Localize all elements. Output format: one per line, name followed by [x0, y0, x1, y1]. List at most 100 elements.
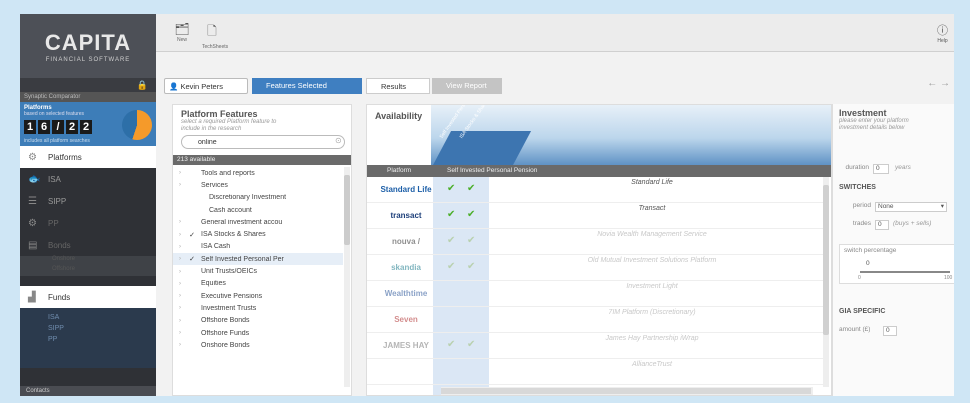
selected-feature-columns	[433, 131, 532, 165]
feature-list-item[interactable]: › ISA Cash	[173, 241, 343, 253]
techsheets-button[interactable]: 🗋 TechSheets	[202, 22, 228, 50]
expand-icon[interactable]: ›	[173, 342, 187, 348]
column-header-platform: Platform	[387, 167, 412, 174]
platforms-icon: ⚙	[28, 151, 37, 163]
trades-input[interactable]: 0	[875, 220, 889, 230]
sidebar-subitem-offshore[interactable]: Offshore	[20, 266, 156, 276]
sidebar: CAPITA FINANCIAL SOFTWARE 🔒 Synaptic Com…	[20, 14, 156, 396]
contacts-bar[interactable]: Contacts	[20, 386, 156, 396]
period-label: period	[852, 202, 871, 209]
feature-list-scrollbar[interactable]	[344, 167, 350, 387]
feature-list-item[interactable]: › Investment Trusts	[173, 302, 343, 314]
expand-icon[interactable]: ›	[173, 232, 187, 238]
expand-icon[interactable]: ›	[173, 244, 187, 250]
feature-label: Services	[201, 181, 228, 189]
period-value: None	[878, 203, 894, 210]
feature-list-item[interactable]: › General investment accou	[173, 216, 343, 228]
sidebar-subitem-funds-isa[interactable]: ISA	[48, 312, 156, 323]
duration-row: duration 0 years	[833, 164, 954, 176]
feature-list-item[interactable]: › Unit Trusts/OEICs	[173, 265, 343, 277]
sidebar-subitem-onshore[interactable]: Onshore	[20, 256, 156, 266]
availability-hscrollbar[interactable]	[441, 387, 813, 395]
sidebar-subitem-funds-pp[interactable]: PP	[48, 334, 156, 345]
provider-row[interactable]: Seven 7IM Platform (Discretionary)	[367, 307, 823, 333]
new-label: New	[176, 37, 187, 43]
provider-row[interactable]: JAMES HAY ✔ ✔ James Hay Partnership iWrap	[367, 333, 823, 359]
feature-label: Executive Pensions	[201, 292, 263, 300]
provider-row[interactable]: AllianceTrust	[367, 359, 823, 385]
expand-icon[interactable]: ›	[173, 182, 187, 188]
feature-list-item[interactable]: › Executive Pensions	[173, 290, 343, 302]
expand-icon[interactable]: ›	[173, 330, 187, 336]
check-icon: ✔	[467, 209, 476, 220]
amount-row: amount (£) 0	[833, 326, 954, 338]
sidebar-subitem-funds-sipp[interactable]: SIPP	[48, 323, 156, 334]
sidebar-item-sipp[interactable]: ☰ SIPP	[20, 190, 156, 212]
feature-list-item[interactable]: › Equities	[173, 278, 343, 290]
feature-list-item[interactable]: Discretionary Investment	[173, 192, 343, 204]
amount-input[interactable]: 0	[883, 326, 897, 336]
feature-label: Equities	[201, 280, 226, 288]
counter-footnote: includes all platform searches	[24, 138, 90, 144]
switch-percentage-slider[interactable]	[860, 271, 950, 273]
check-icon: ✔	[467, 183, 476, 194]
expand-icon[interactable]: ›	[173, 305, 187, 311]
slider-max: 100	[944, 275, 953, 281]
feature-label: Investment Trusts	[201, 304, 257, 312]
provider-row[interactable]: Standard Life ✔ ✔ Standard Life	[367, 177, 823, 203]
features-selected-crumb[interactable]: Features Selected	[252, 78, 362, 94]
expand-icon[interactable]: ›	[173, 269, 187, 275]
period-select[interactable]: None ▾	[875, 202, 947, 212]
expand-icon[interactable]: ›	[173, 256, 187, 262]
feature-checkbox[interactable]: ✓	[187, 255, 197, 263]
feature-list-item[interactable]: › ✓ ISA Stocks & Shares	[173, 228, 343, 240]
provider-row[interactable]: transact ✔ ✔ Transact	[367, 203, 823, 229]
feature-list-item[interactable]: Cash account	[173, 204, 343, 216]
document-icon: 🗋	[207, 24, 217, 38]
back-arrow-icon[interactable]: ←	[927, 78, 937, 89]
view-report-crumb[interactable]: View Report	[432, 78, 502, 94]
feature-label: Offshore Funds	[201, 329, 250, 337]
expand-icon[interactable]: ›	[173, 318, 187, 324]
feature-list-item[interactable]: › Services	[173, 179, 343, 191]
provider-row[interactable]: nouva / ✔ ✔ Novia Wealth Management Service	[367, 229, 823, 255]
feature-list-item[interactable]: › Tools and reports	[173, 167, 343, 179]
expand-icon[interactable]: ›	[173, 219, 187, 225]
availability-scrollbar[interactable]	[823, 177, 829, 387]
sidebar-item-pp[interactable]: ⚙ PP	[20, 212, 156, 234]
results-crumb[interactable]: Results	[366, 78, 430, 94]
provider-name: Novia Wealth Management Service	[597, 231, 707, 238]
feature-list-item[interactable]: › Onshore Bonds	[173, 339, 343, 351]
provider-row[interactable]: skandia ✔ ✔ Old Mutual Investment Solutions…	[367, 255, 823, 281]
counter-digit: 1	[24, 120, 36, 134]
feature-search-input[interactable]	[181, 135, 345, 149]
availability-banner: Self Invested Pers ISA Stocks & Share	[431, 105, 831, 165]
feature-checkbox[interactable]: ✓	[187, 231, 197, 239]
sidebar-item-bonds[interactable]: ▤ Bonds	[20, 234, 156, 256]
expand-icon[interactable]: ›	[173, 293, 187, 299]
lock-icon[interactable]: 🔒	[137, 80, 148, 91]
duration-input[interactable]: 0	[873, 164, 889, 174]
counter-digits: 1 6 / 2 2	[24, 120, 92, 134]
trades-row: trades 0 (buys + sells)	[833, 220, 954, 232]
provider-row[interactable]: Wealthtime Investment Light	[367, 281, 823, 307]
clear-search-icon[interactable]: ⊙	[335, 136, 342, 145]
sidebar-item-platforms[interactable]: ⚙ Platforms	[20, 146, 156, 168]
feature-list-item[interactable]: › ✓ Self Invested Personal Per	[173, 253, 343, 266]
sidebar-item-funds[interactable]: ▟ Funds	[20, 286, 156, 308]
expand-icon[interactable]: ›	[173, 281, 187, 287]
breadcrumb: 👤 Kevin Peters Features Selected Results…	[156, 76, 954, 96]
sidebar-item-isa[interactable]: 🐟 ISA	[20, 168, 156, 190]
feature-label: Onshore Bonds	[201, 341, 250, 349]
forward-arrow-icon[interactable]: →	[940, 78, 950, 89]
pp-icon: ⚙	[28, 217, 37, 229]
help-button[interactable]: ⓘ Help	[937, 22, 948, 44]
feature-list-item[interactable]: › Offshore Bonds	[173, 315, 343, 327]
expand-icon[interactable]: ›	[173, 170, 187, 176]
bonds-icon: ▤	[28, 239, 38, 251]
feature-list-item[interactable]: › Offshore Funds	[173, 327, 343, 339]
feature-label: Offshore Bonds	[201, 317, 250, 325]
user-crumb[interactable]: 👤 Kevin Peters	[164, 78, 248, 94]
new-button[interactable]: 🗂 New	[172, 22, 192, 43]
nav-arrows[interactable]: ← →	[927, 78, 950, 89]
